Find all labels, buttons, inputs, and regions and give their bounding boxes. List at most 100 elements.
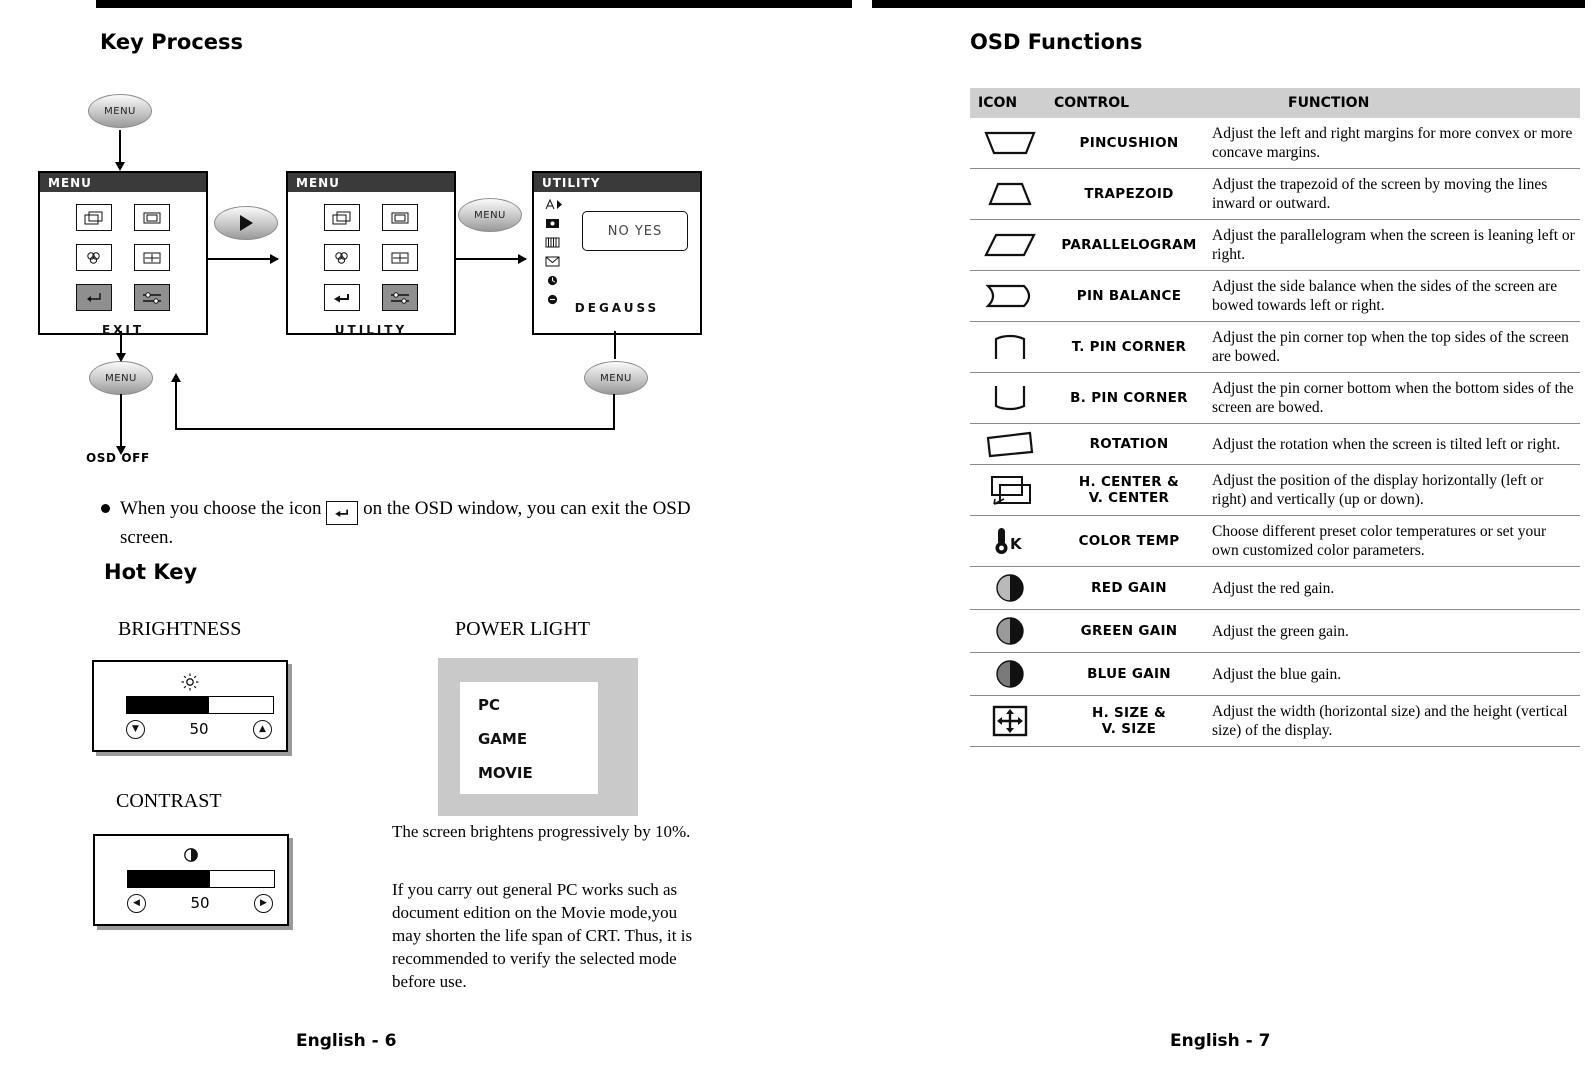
osd-functions-table: ICON CONTROL FUNCTION PINCUSHION Adjust … (970, 88, 1580, 747)
osd-window-1-icons (40, 192, 206, 311)
table-row: B. PIN CORNER Adjust the pin corner bott… (970, 372, 1580, 424)
osd-time-icon[interactable] (542, 273, 566, 288)
trapezoid-icon (970, 168, 1050, 220)
table-row: T. PIN CORNER Adjust the pin corner top … (970, 321, 1580, 373)
control-label: COLOR TEMP (1050, 515, 1208, 567)
contrast-decrease-icon[interactable]: ◀ (127, 893, 146, 913)
bars-icon[interactable] (542, 235, 566, 250)
function-text: Choose different preset color temperatur… (1208, 515, 1580, 567)
function-text: Adjust the blue gain. (1208, 652, 1580, 696)
arrow-box1-down (116, 331, 126, 362)
osd-window-1-footer: EXIT (101, 323, 145, 337)
play-button[interactable] (214, 206, 278, 240)
exit-icon[interactable] (324, 284, 360, 311)
moire-icon[interactable] (542, 216, 566, 231)
menu-button-right-bottom[interactable]: MENU (584, 361, 648, 395)
control-label-line2: V. CENTER (1088, 490, 1170, 506)
pin-balance-icon (970, 270, 1050, 322)
osd-window-3-footer: DEGAUSS (574, 301, 660, 315)
note-text: When you choose the icon on the OSD wind… (120, 496, 720, 551)
function-text: Adjust the position of the display horiz… (1208, 464, 1580, 516)
osd-window-menu-1: MENU EXIT (38, 171, 208, 337)
menu-button-mid[interactable]: MENU (458, 198, 522, 232)
table-row: H. CENTER & V. CENTER Adjust the positio… (970, 464, 1580, 516)
table-row: TRAPEZOID Adjust the trapezoid of the sc… (970, 168, 1580, 220)
degauss-prompt[interactable]: NO YES (582, 211, 688, 251)
brightness-value: 50 (189, 720, 209, 738)
note-bullet (101, 504, 110, 513)
contrast-bar-track[interactable] (127, 870, 275, 888)
line-box3-down (614, 331, 616, 359)
osd-window-2-title: MENU (288, 173, 454, 192)
arrow-down-top (115, 130, 125, 171)
exit-icon-selected[interactable] (76, 284, 112, 311)
arrow-box2-to-box3 (456, 254, 527, 264)
arrow-to-osd-off (116, 394, 126, 455)
page-title-osd-functions: OSD Functions (970, 30, 1143, 54)
table-row: BLUE GAIN Adjust the blue gain. (970, 652, 1580, 696)
control-label-line1: H. CENTER & (1078, 474, 1180, 490)
control-label: H. CENTER & V. CENTER (1050, 464, 1208, 516)
osd-window-utility: UTILITY NO YES DEGAUSS (532, 171, 702, 335)
arrow-box1-to-box2 (208, 254, 279, 264)
power-light-paragraph-2: If you carry out general PC works such a… (392, 880, 693, 991)
brightness-controls: ▼ 50 ▲ (126, 718, 272, 740)
power-light-paragraph-1: The screen brightens progressively by 10… (392, 822, 691, 841)
function-text: Adjust the rotation when the screen is t… (1208, 423, 1580, 465)
left-page: Key Process MENU MENU EXIT MENU UTILITY … (0, 0, 860, 1071)
control-label: BLUE GAIN (1050, 652, 1208, 696)
table-row: RED GAIN Adjust the red gain. (970, 566, 1580, 610)
osd-window-menu-2: MENU UTILITY (286, 171, 456, 337)
table-row: PIN BALANCE Adjust the side balance when… (970, 270, 1580, 322)
function-text: Adjust the width (horizontal size) and t… (1208, 695, 1580, 747)
power-light-panel: PC GAME MOVIE (438, 658, 638, 816)
brightness-increase-icon[interactable]: ▲ (253, 719, 272, 739)
utility-icon[interactable] (134, 284, 170, 311)
control-label: PIN BALANCE (1050, 270, 1208, 322)
geometry-icon[interactable] (324, 204, 360, 231)
control-label: RED GAIN (1050, 566, 1208, 610)
size-grid-icon[interactable] (382, 244, 418, 271)
contrast-bar-fill (128, 871, 210, 887)
geometry-icon[interactable] (76, 204, 112, 231)
brightness-decrease-icon[interactable]: ▼ (126, 719, 145, 739)
osd-window-2-icons (288, 192, 454, 311)
osd-off-label: OSD OFF (86, 451, 150, 465)
size-grid-icon[interactable] (134, 244, 170, 271)
center-position-icon (970, 464, 1050, 516)
utility-icon-selected[interactable] (382, 284, 418, 311)
brightness-bar-track[interactable] (126, 696, 274, 714)
power-light-option-pc[interactable]: PC (478, 696, 500, 714)
brightness-bar-fill (127, 697, 209, 713)
contrast-label: CONTRAST (116, 790, 222, 812)
size-icon (970, 695, 1050, 747)
table-row: K COLOR TEMP Choose different preset col… (970, 515, 1580, 567)
table-row: ROTATION Adjust the rotation when the sc… (970, 423, 1580, 465)
osd-window-3-title: UTILITY (534, 173, 700, 192)
control-label-line1: H. SIZE & (1091, 705, 1167, 721)
language-icon[interactable] (542, 254, 566, 269)
control-label: PINCUSHION (1050, 118, 1208, 169)
contrast-increase-icon[interactable]: ▶ (254, 893, 273, 913)
hot-key-title: Hot Key (104, 560, 198, 584)
menu-button-left-bottom[interactable]: MENU (89, 361, 153, 395)
play-triangle-icon (239, 215, 253, 231)
degauss-icon[interactable] (542, 197, 566, 212)
color-icon[interactable] (76, 244, 112, 271)
position-icon[interactable] (382, 204, 418, 231)
top-pin-corner-icon (970, 321, 1050, 373)
control-label-line2: V. SIZE (1101, 721, 1157, 737)
menu-button-top[interactable]: MENU (88, 94, 152, 128)
brightness-sun-icon (94, 672, 286, 697)
rotation-icon (970, 423, 1050, 465)
position-icon[interactable] (134, 204, 170, 231)
power-light-option-game[interactable]: GAME (478, 730, 527, 748)
function-text: Adjust the red gain. (1208, 566, 1580, 610)
color-icon[interactable] (324, 244, 360, 271)
return-loop-horizontal (175, 428, 615, 430)
page-title-key-process: Key Process (100, 30, 244, 54)
power-light-option-movie[interactable]: MOVIE (478, 764, 533, 782)
green-gain-icon (970, 609, 1050, 653)
table-row: GREEN GAIN Adjust the green gain. (970, 609, 1580, 653)
table-header-row: ICON CONTROL FUNCTION (970, 88, 1580, 118)
